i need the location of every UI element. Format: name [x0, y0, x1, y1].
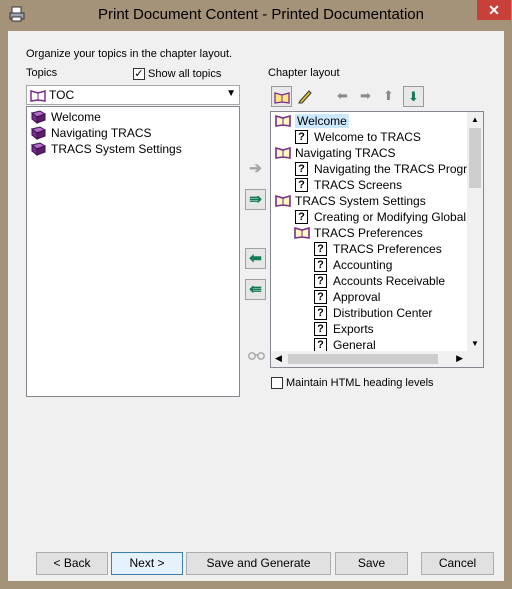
- maintain-html-label: Maintain HTML heading levels: [286, 377, 434, 389]
- add-topic-button[interactable]: ➔: [245, 159, 266, 180]
- book-icon: [30, 142, 46, 156]
- back-button[interactable]: < Back: [36, 552, 108, 575]
- chapter-item-label: TRACS Screens: [314, 178, 403, 192]
- chapter-item-label: Navigating the TRACS Program: [314, 162, 484, 176]
- book-icon: [30, 110, 46, 124]
- chapter-item-label: Navigating TRACS: [295, 146, 396, 160]
- chapter-layout-tree[interactable]: Welcome? Welcome to TRACS Navigating TRACS…: [270, 111, 484, 368]
- help-topic-icon: ?: [295, 178, 308, 192]
- scroll-down-icon[interactable]: ▼: [471, 339, 479, 348]
- scroll-corner: [467, 351, 483, 367]
- topics-list-item-label: Navigating TRACS: [51, 126, 152, 140]
- chapter-item-label: Welcome: [295, 114, 349, 128]
- save-and-generate-button[interactable]: Save and Generate: [186, 552, 331, 575]
- close-button[interactable]: ✕: [477, 0, 511, 20]
- book-open-icon: [30, 90, 46, 102]
- chapter-horizontal-scroll-thumb[interactable]: [288, 354, 438, 364]
- topics-label: Topics: [26, 67, 58, 79]
- move-right-button[interactable]: ➡: [355, 86, 376, 107]
- topics-list-item-label: Welcome: [51, 110, 101, 124]
- chapter-item-label: General: [333, 338, 376, 352]
- topics-list-item-label: TRACS System Settings: [51, 142, 182, 156]
- new-book-button[interactable]: [271, 86, 292, 107]
- help-topic-icon: ?: [314, 322, 327, 336]
- chapter-horizontal-scrollbar[interactable]: ◀ ▶: [271, 351, 467, 367]
- help-topic-icon: ?: [314, 306, 327, 320]
- chapter-item-label: Creating or Modifying Global Set: [314, 210, 484, 224]
- toc-combobox[interactable]: TOC ▼: [26, 85, 240, 105]
- remove-all-topics-button[interactable]: ⇚: [245, 279, 266, 300]
- book-open-icon: [294, 226, 310, 239]
- remove-topic-button[interactable]: ⬅: [245, 248, 266, 269]
- window-title: Print Document Content - Printed Documen…: [98, 6, 424, 23]
- help-topic-icon: ?: [295, 162, 308, 176]
- chapter-layout-label: Chapter layout: [268, 67, 340, 79]
- scroll-left-icon[interactable]: ◀: [275, 353, 282, 364]
- toc-combobox-value: TOC: [49, 88, 75, 102]
- dialog-client: Organize your topics in the chapter layo…: [8, 31, 504, 581]
- rename-button[interactable]: [295, 86, 316, 107]
- chevron-down-icon[interactable]: ▼: [226, 88, 236, 99]
- scroll-up-icon[interactable]: ▲: [471, 115, 479, 124]
- help-topic-icon: ?: [295, 130, 308, 144]
- chapter-vertical-scroll-thumb[interactable]: [469, 128, 481, 188]
- topics-list[interactable]: Welcome Navigating TRACS TRACS System Sett…: [26, 106, 240, 397]
- help-topic-icon: ?: [295, 210, 308, 224]
- chapter-item-label: TRACS Preferences: [314, 226, 423, 240]
- cancel-button[interactable]: Cancel: [421, 552, 494, 575]
- add-all-topics-button[interactable]: ⇛: [245, 189, 266, 210]
- chapter-item-label: TRACS System Settings: [295, 194, 426, 208]
- chapter-item-label: Distribution Center: [333, 306, 433, 320]
- chapter-item-label: Accounts Receivable: [333, 274, 446, 288]
- chapter-item-label: Approval: [333, 290, 381, 304]
- glasses-icon[interactable]: [248, 349, 265, 361]
- book-open-icon: [275, 146, 291, 159]
- help-topic-icon: ?: [314, 290, 327, 304]
- chapter-item-label: Welcome to TRACS: [314, 130, 421, 144]
- new-book-icon: [274, 92, 290, 104]
- maintain-html-checkbox[interactable]: [271, 377, 283, 389]
- book-open-icon: [275, 194, 291, 207]
- book-open-icon: [275, 114, 291, 127]
- help-topic-icon: ?: [314, 338, 327, 352]
- chapter-item-label: TRACS Preferences: [333, 242, 442, 256]
- move-left-button[interactable]: ⬅: [332, 86, 353, 107]
- save-button[interactable]: Save: [335, 552, 408, 575]
- scroll-right-icon[interactable]: ▶: [456, 353, 463, 364]
- move-down-button[interactable]: ⬇: [403, 86, 424, 107]
- chapter-item-label: Exports: [333, 322, 374, 336]
- chapter-item-label: Accounting: [333, 258, 393, 272]
- chapter-vertical-scrollbar[interactable]: ▲ ▼: [467, 112, 483, 351]
- title-bar: Print Document Content - Printed Documen…: [0, 0, 512, 31]
- dialog-window: Print Document Content - Printed Documen…: [0, 0, 512, 589]
- pencil-icon: [298, 90, 312, 104]
- show-all-topics-checkbox[interactable]: ✓: [133, 68, 145, 80]
- help-topic-icon: ?: [314, 274, 327, 288]
- show-all-topics-label: Show all topics: [148, 68, 222, 80]
- move-up-button[interactable]: ⬆: [378, 86, 399, 107]
- instructions-text: Organize your topics in the chapter layo…: [26, 48, 233, 60]
- next-button[interactable]: Next >: [111, 552, 183, 575]
- help-topic-icon: ?: [314, 258, 327, 272]
- help-topic-icon: ?: [314, 242, 327, 256]
- book-icon: [30, 126, 46, 140]
